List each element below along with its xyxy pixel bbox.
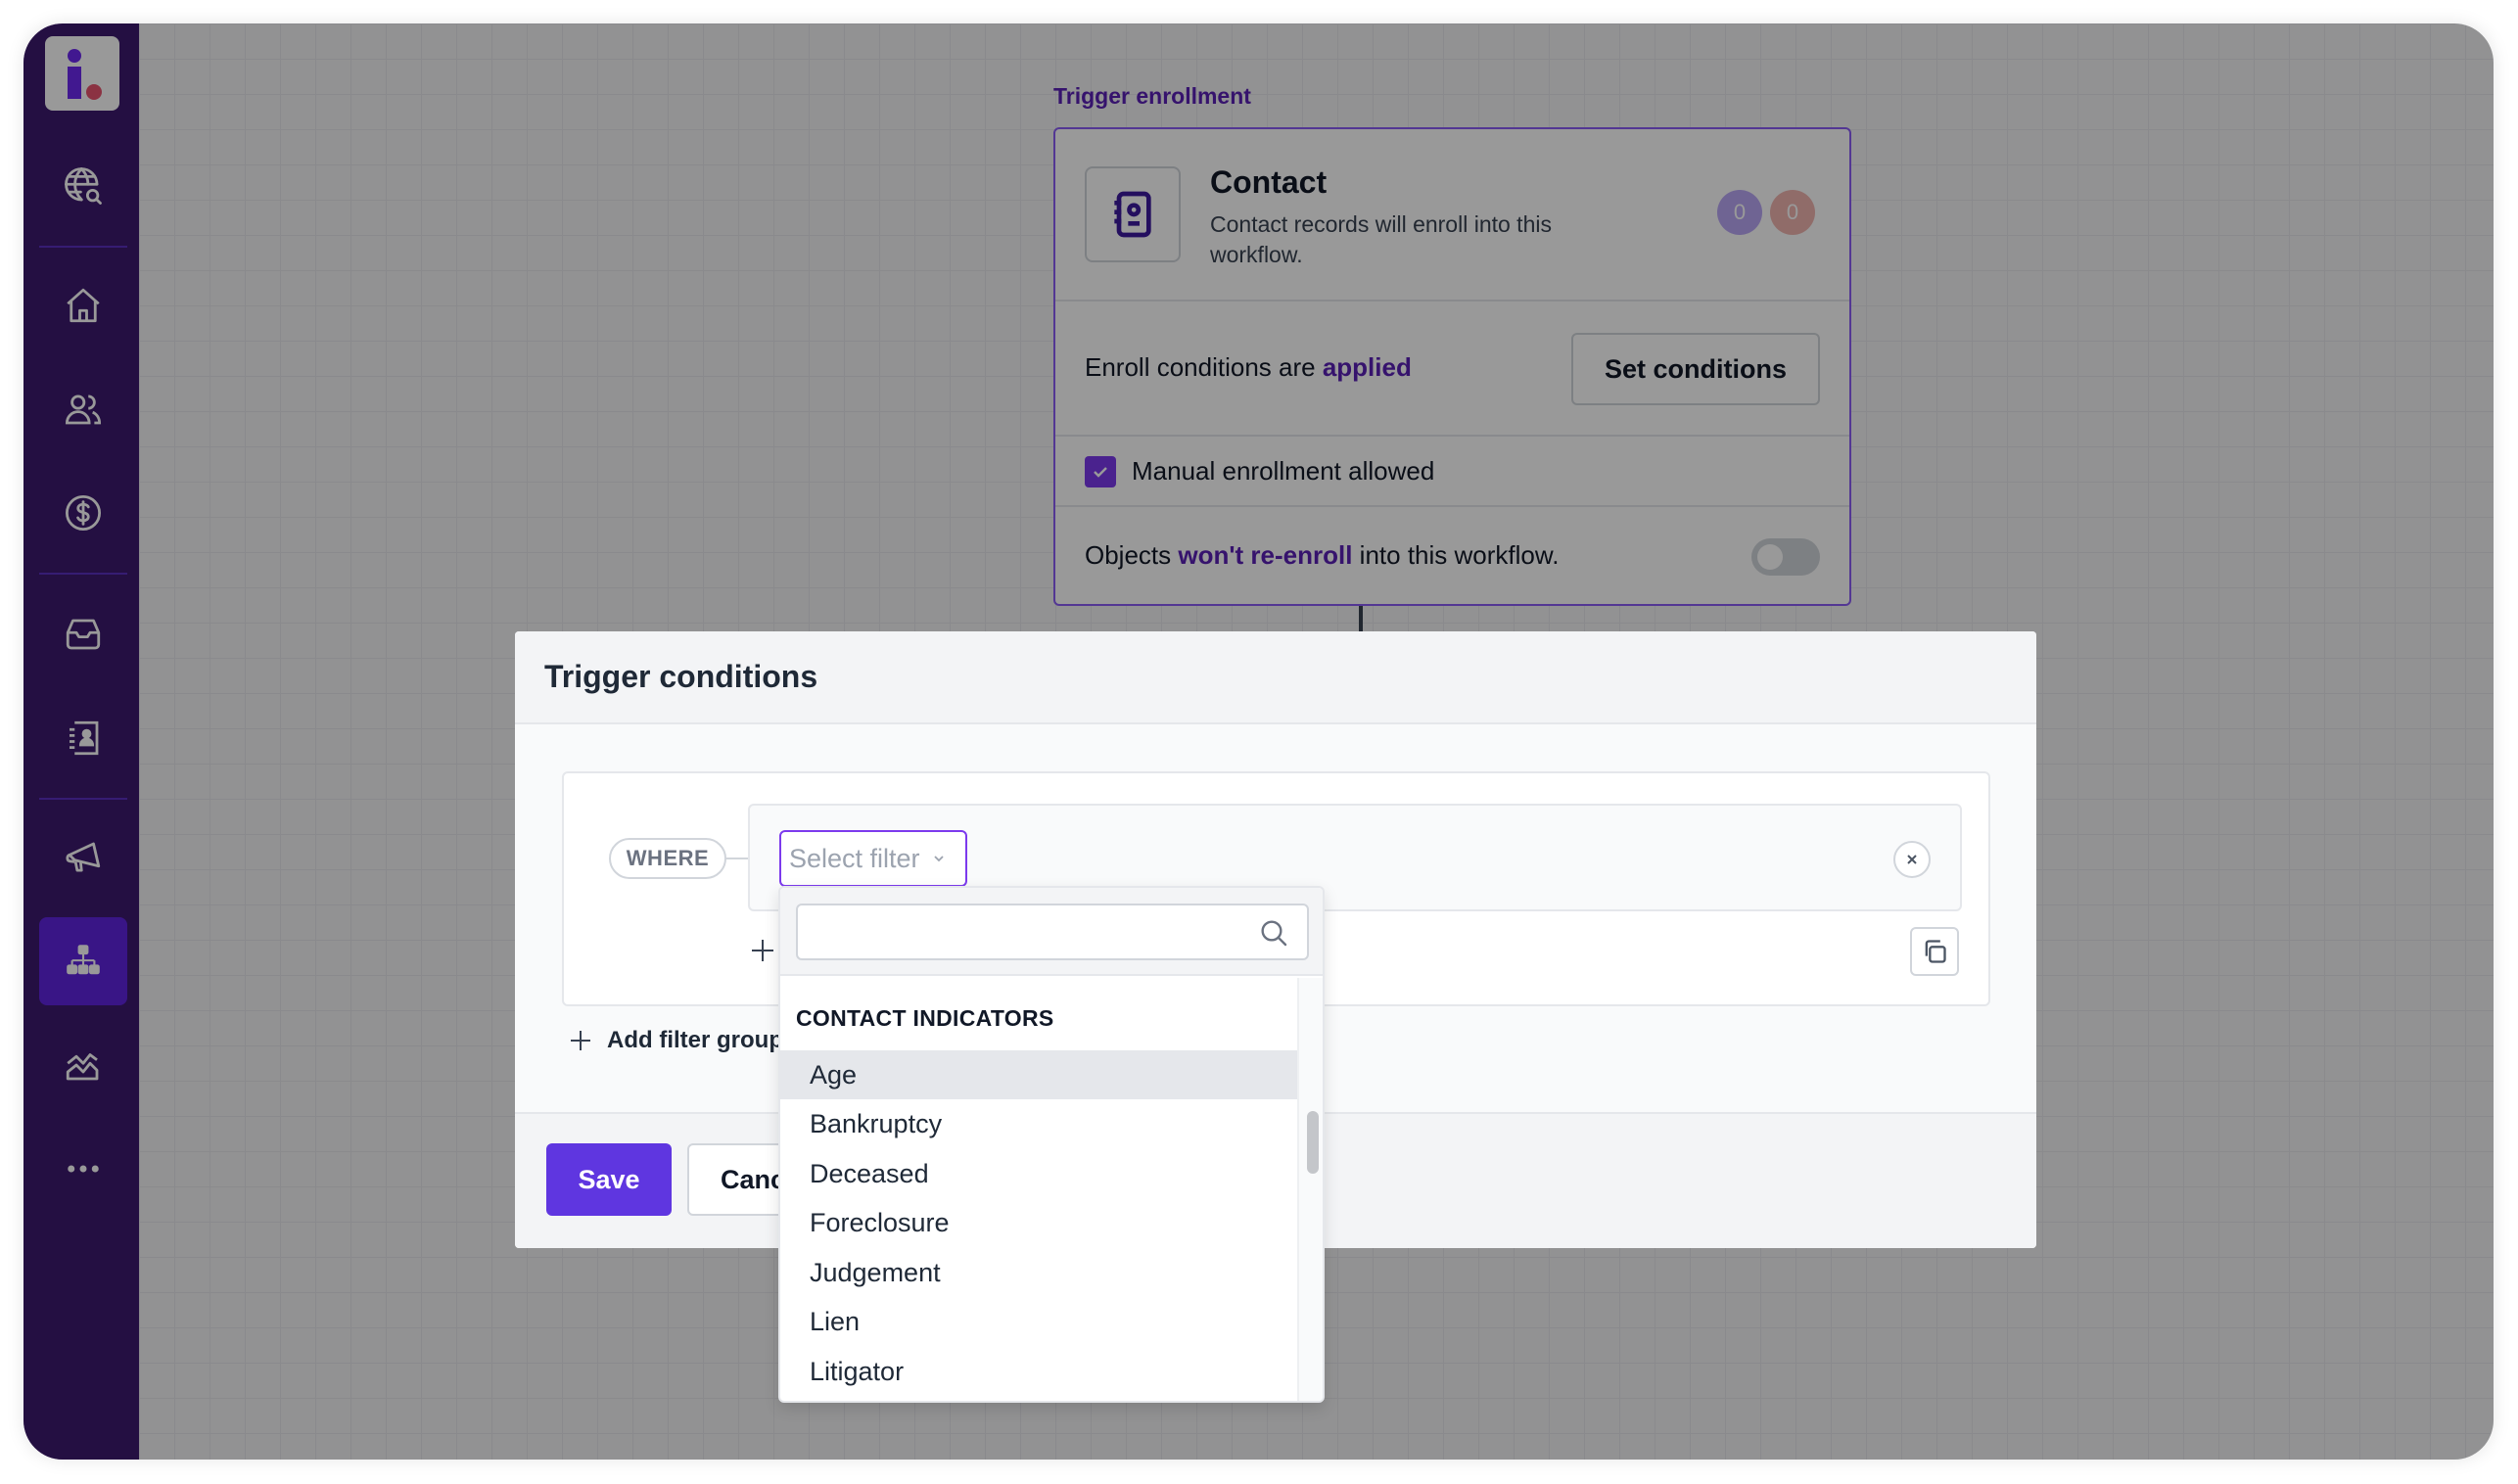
plus-icon [571,1031,590,1050]
duplicate-group-button[interactable] [1910,927,1959,976]
where-connector [726,858,750,859]
filter-option[interactable]: Lien [780,1297,1297,1346]
filter-options-list: CONTACT INDICATORS Age Bankruptcy Deceas… [780,978,1297,1401]
save-button[interactable]: Save [546,1143,672,1216]
add-filter-group-label: Add filter group [607,1027,783,1053]
filter-section-heading: CONTACT INDICATORS [796,1005,1054,1031]
filter-option[interactable]: Litigator [780,1347,1297,1396]
add-condition-plus-icon[interactable] [748,936,777,965]
where-label: WHERE [609,838,726,879]
filter-option[interactable]: Deceased [780,1149,1297,1198]
select-filter-dropdown[interactable]: Select filter [779,830,967,887]
remove-filter-button[interactable] [1893,841,1931,878]
filter-option[interactable]: Age [780,1050,1297,1099]
close-icon [1907,855,1917,864]
search-icon [1261,920,1287,947]
scrollbar-thumb[interactable] [1307,1111,1319,1174]
modal-title: Trigger conditions [544,659,818,694]
add-filter-group-button[interactable]: Add filter group [568,1027,783,1054]
filter-option[interactable]: Foreclosure [780,1198,1297,1247]
modal-header: Trigger conditions [515,631,2036,724]
filter-search-area [780,888,1323,976]
filter-dropdown-menu: CONTACT INDICATORS Age Bankruptcy Deceas… [778,886,1325,1403]
filter-list-scrollbar[interactable] [1297,978,1323,1401]
filter-option[interactable]: Judgement [780,1248,1297,1297]
select-filter-placeholder: Select filter [789,843,920,873]
chevron-down-icon [933,856,944,862]
copy-icon [1925,940,1946,963]
filter-option[interactable]: Bankruptcy [780,1099,1297,1148]
filter-search-input[interactable] [796,904,1309,960]
